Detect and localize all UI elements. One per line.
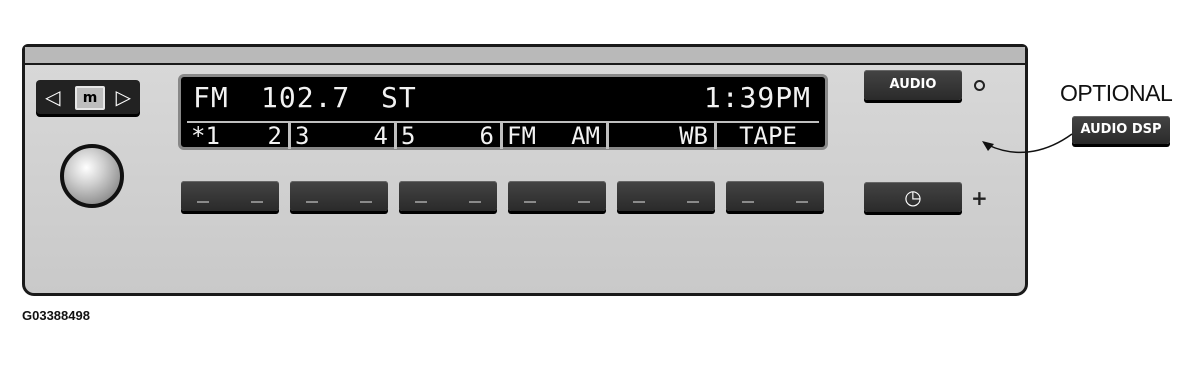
soft-key-button-4[interactable] [508,181,606,211]
preset-label: 5 [401,122,416,150]
display-status-line: FM 102.7 ST 1:39PM [193,79,811,117]
soft-key-button-2[interactable] [290,181,388,211]
preset-label: *1 [191,122,220,150]
seek-left-arrow-icon[interactable]: ◁ [45,85,60,109]
band-am-label: AM [571,122,600,150]
clock-icon: ◷ [904,185,922,209]
display-band: FM [193,81,229,114]
tape-label: TAPE [739,122,797,150]
optional-callout-label: OPTIONAL [1060,80,1173,106]
seek-right-arrow-icon[interactable]: ▷ [116,85,131,109]
clock-button[interactable]: ◷ [864,182,962,212]
faceplate-top-edge [25,47,1025,65]
soft-key-button-1[interactable] [181,181,279,211]
mode-rocker: ◁ m ▷ [36,80,140,114]
audio-dsp-button[interactable]: AUDIO DSP [1072,116,1170,144]
soft-key-button-3[interactable] [399,181,497,211]
weather-band-label: WB [679,122,708,150]
soft-key-button-5[interactable] [617,181,715,211]
audio-button[interactable]: AUDIO [864,70,962,100]
display-soft-key-labels: *1 2 3 4 5 6 FM AM WB TAPE [187,121,819,149]
soft-key-label-4: FM AM [503,123,609,149]
preset-label: 2 [267,122,282,150]
soft-key-label-5: WB [609,123,717,149]
indicator-led [974,80,985,91]
figure-id: G03388498 [22,308,90,323]
soft-key-button-6[interactable] [726,181,824,211]
mode-button[interactable]: m [75,86,105,110]
soft-key-label-6: TAPE [717,123,819,149]
radio-display: FM 102.7 ST 1:39PM *1 2 3 4 5 6 FM AM WB… [178,74,828,150]
soft-key-label-2: 3 4 [291,123,397,149]
display-clock: 1:39PM [703,81,811,114]
soft-key-label-1: *1 2 [187,123,291,149]
preset-label: 4 [373,122,388,150]
band-fm-label: FM [507,122,536,150]
soft-key-label-3: 5 6 [397,123,503,149]
volume-knob[interactable] [60,144,124,208]
display-frequency: 102.7 [261,81,351,114]
preset-label: 3 [295,122,310,150]
plus-icon: + [971,186,988,210]
display-stereo-indicator: ST [381,81,417,114]
preset-label: 6 [479,122,494,150]
